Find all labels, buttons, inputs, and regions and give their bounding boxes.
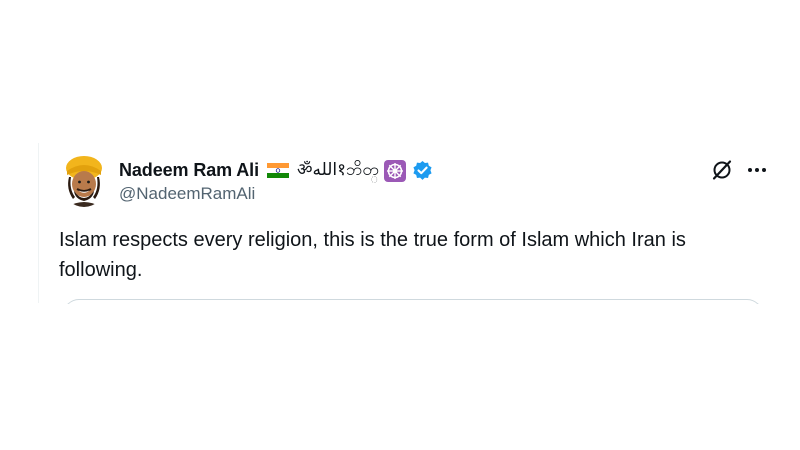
tweet-viewport: Nadeem Ram Ali ॐالله१ဘိတ္ @NadeemRamAli … — [0, 0, 800, 304]
user-name-row[interactable]: Nadeem Ram Ali ॐالله१ဘိတ္ — [119, 157, 433, 184]
display-name[interactable]: Nadeem Ram Ali — [119, 160, 259, 181]
dharma-wheel-icon — [383, 159, 406, 182]
avatar[interactable] — [63, 155, 105, 207]
quoted-media-card[interactable] — [63, 299, 763, 304]
name-symbols: ॐالله१ဘိတ္ — [296, 160, 379, 180]
grok-icon[interactable] — [711, 159, 733, 181]
tweet-card[interactable]: Nadeem Ram Ali ॐالله१ဘိတ္ @NadeemRamAli … — [38, 143, 778, 304]
verified-badge-icon[interactable] — [412, 160, 433, 181]
more-options-icon[interactable] — [745, 159, 769, 181]
india-flag-icon — [266, 163, 289, 178]
tweet-text: Islam respects every religion, this is t… — [59, 229, 686, 281]
user-handle[interactable]: @NadeemRamAli — [119, 184, 255, 204]
